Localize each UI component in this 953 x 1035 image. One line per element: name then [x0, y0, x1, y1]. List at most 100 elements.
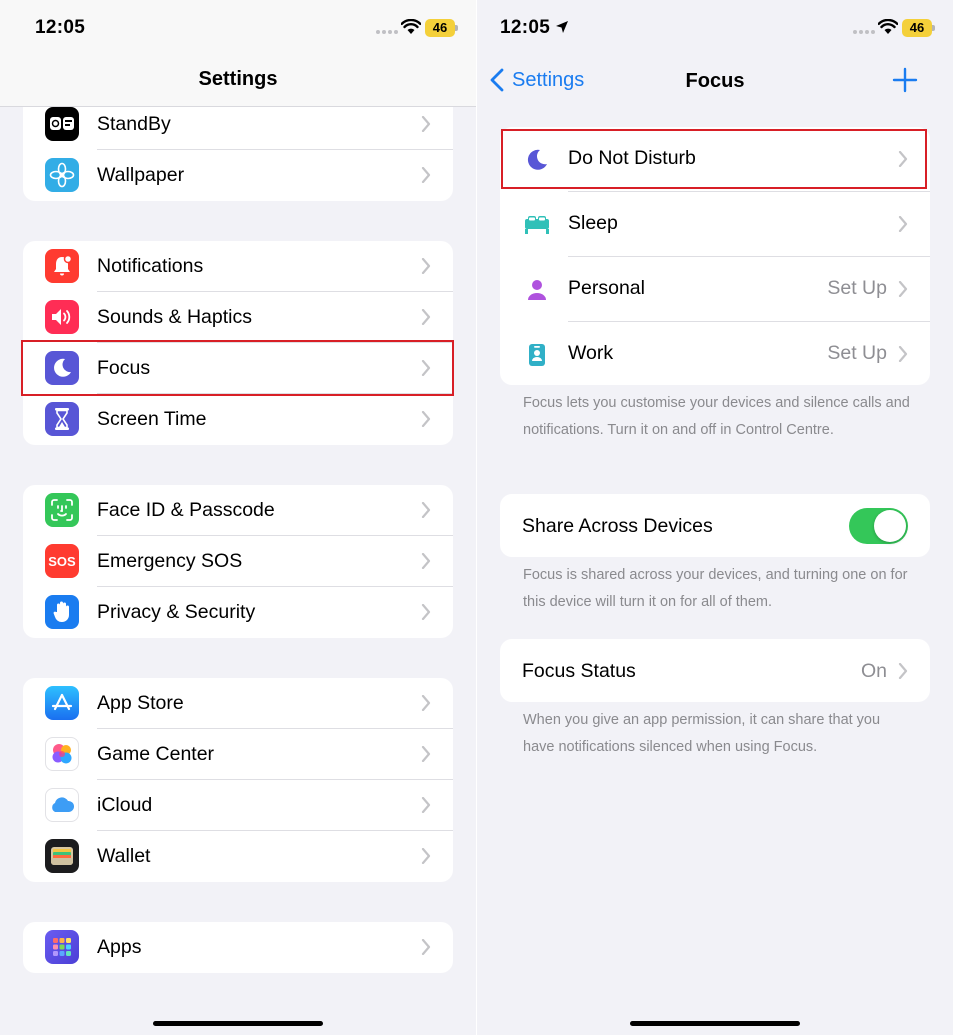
settings-screen: StandBy Wallpaper 12:05 46 Settings Noti… [0, 0, 476, 1035]
app-store-icon [45, 686, 79, 720]
settings-item-label: Wallpaper [97, 164, 185, 186]
settings-group-notifications: Notifications Sounds & Haptics Focus Scr… [23, 241, 453, 445]
focus-mode-personal[interactable]: Personal Set Up [500, 257, 930, 322]
settings-item-privacy-security[interactable]: Privacy & Security [23, 587, 453, 638]
focus-mode-sleep[interactable]: Sleep [500, 192, 930, 257]
settings-item-label: App Store [97, 692, 184, 714]
focus-mode-do-not-disturb[interactable]: Do Not Disturb [500, 127, 930, 192]
game-center-icon [45, 737, 79, 771]
settings-item-label: Game Center [97, 743, 215, 765]
person-icon [524, 277, 550, 303]
chevron-right-icon [898, 663, 908, 679]
cellular-signal-icon [376, 30, 398, 36]
status-time: 12:05 [500, 17, 551, 38]
page-title: Settings [198, 68, 278, 90]
settings-item-screen-time[interactable]: Screen Time [23, 394, 453, 445]
settings-item-label: Wallet [97, 845, 151, 867]
navigation-bar: Settings Focus [477, 56, 953, 106]
settings-item-wallpaper[interactable]: Wallpaper [23, 150, 453, 201]
share-description: Focus is shared across your devices, and… [523, 567, 908, 610]
home-indicator[interactable] [630, 1021, 800, 1026]
focus-mode-label: Do Not Disturb [568, 147, 696, 169]
face-id-icon [45, 493, 79, 527]
apps-grid-icon [45, 930, 79, 964]
settings-item-label: Notifications [97, 255, 204, 277]
battery-indicator: 46 [425, 19, 455, 37]
settings-item-sounds-haptics[interactable]: Sounds & Haptics [23, 292, 453, 343]
settings-item-apps[interactable]: Apps [23, 922, 453, 973]
bell-icon [45, 249, 79, 283]
focus-mode-label: Work [568, 342, 614, 364]
status-time: 12:05 [35, 17, 86, 38]
focus-screen: 12:05 46 Settings Focus Do Not Disturb S… [477, 0, 953, 1035]
bed-icon [524, 212, 550, 238]
chevron-right-icon [421, 116, 431, 132]
focus-mode-value: Set Up [827, 277, 887, 299]
id-badge-icon [524, 342, 550, 368]
wifi-icon [878, 19, 898, 34]
add-focus-button[interactable] [892, 67, 918, 93]
share-across-devices-toggle[interactable] [849, 508, 908, 544]
settings-item-label: iCloud [97, 794, 153, 816]
focus-description: Focus lets you customise your devices an… [523, 395, 910, 438]
chevron-right-icon [421, 939, 431, 955]
settings-item-icloud[interactable]: iCloud [23, 780, 453, 831]
chevron-right-icon [421, 360, 431, 376]
chevron-right-icon [898, 346, 908, 362]
hourglass-icon [45, 402, 79, 436]
page-title: Focus [685, 70, 745, 92]
settings-group-security: Face ID & Passcode SOS Emergency SOS Pri… [23, 485, 453, 638]
focus-status-label: Focus Status [522, 660, 636, 682]
settings-item-label: Sounds & Haptics [97, 306, 253, 328]
settings-item-app-store[interactable]: App Store [23, 678, 453, 729]
settings-item-notifications[interactable]: Notifications [23, 241, 453, 292]
wallet-icon [45, 839, 79, 873]
settings-item-face-id[interactable]: Face ID & Passcode [23, 485, 453, 536]
settings-item-label: StandBy [97, 113, 171, 135]
focus-mode-work[interactable]: Work Set Up [500, 322, 930, 385]
hand-icon [45, 595, 79, 629]
home-indicator[interactable] [153, 1021, 323, 1026]
settings-item-label: Face ID & Passcode [97, 499, 275, 521]
share-across-devices-row: Share Across Devices [500, 494, 930, 557]
chevron-right-icon [421, 167, 431, 183]
chevron-right-icon [421, 502, 431, 518]
settings-item-label: Emergency SOS [97, 550, 243, 572]
chevron-right-icon [898, 151, 908, 167]
focus-mode-value: Set Up [827, 342, 887, 364]
focus-mode-label: Sleep [568, 212, 618, 234]
chevron-right-icon [898, 281, 908, 297]
share-across-devices-group: Share Across Devices [500, 494, 930, 557]
focus-status-value: On [860, 660, 887, 682]
standby-icon [45, 107, 79, 141]
share-across-devices-label: Share Across Devices [522, 515, 713, 537]
cloud-icon [45, 788, 79, 822]
toggle-knob [874, 510, 906, 542]
focus-status-row[interactable]: Focus Status On [500, 639, 930, 702]
chevron-right-icon [421, 553, 431, 569]
focus-mode-label: Personal [568, 277, 645, 299]
chevron-right-icon [421, 746, 431, 762]
chevron-right-icon [421, 309, 431, 325]
settings-item-game-center[interactable]: Game Center [23, 729, 453, 780]
moon-icon [45, 351, 79, 385]
settings-group-services: App Store Game Center iCloud Wallet [23, 678, 453, 882]
moon-icon [524, 147, 550, 173]
battery-cap [455, 25, 458, 31]
settings-item-focus[interactable]: Focus [23, 343, 453, 394]
chevron-right-icon [421, 695, 431, 711]
chevron-right-icon [421, 797, 431, 813]
battery-cap [932, 25, 935, 31]
chevron-right-icon [898, 216, 908, 232]
navigation-bar: 12:05 46 Settings [0, 0, 476, 107]
chevron-right-icon [421, 411, 431, 427]
focus-status-description: When you give an app permission, it can … [523, 712, 881, 755]
battery-indicator: 46 [902, 19, 932, 37]
focus-status-group: Focus Status On [500, 639, 930, 702]
settings-item-label: Apps [97, 936, 142, 958]
settings-item-label: Privacy & Security [97, 601, 256, 623]
settings-item-wallet[interactable]: Wallet [23, 831, 453, 882]
chevron-right-icon [421, 258, 431, 274]
wifi-icon [401, 19, 421, 34]
settings-item-emergency-sos[interactable]: SOS Emergency SOS [23, 536, 453, 587]
